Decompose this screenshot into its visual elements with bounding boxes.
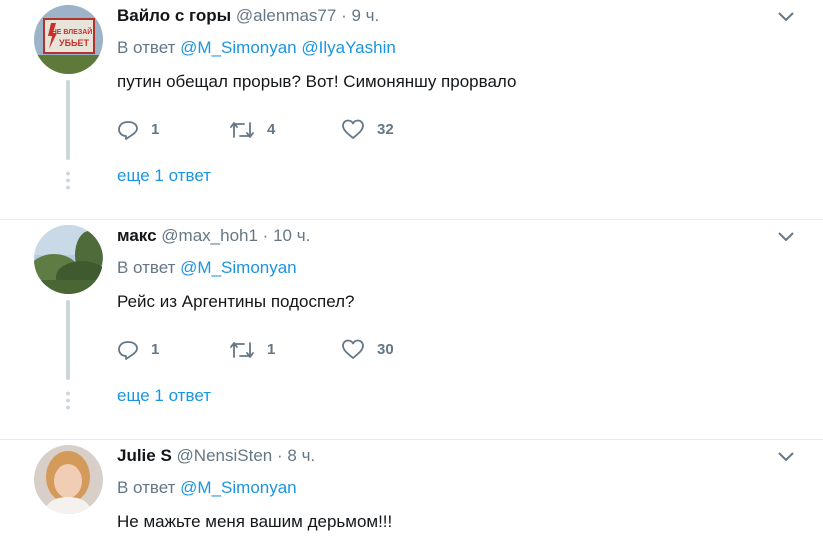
thread-dots — [66, 390, 70, 410]
user-handle[interactable]: @max_hoh1 — [161, 226, 258, 245]
separator-dot: · — [262, 226, 269, 245]
avatar[interactable] — [34, 225, 103, 294]
user-name[interactable]: Вайло с горы — [117, 6, 231, 25]
separator-dot: · — [341, 6, 347, 25]
thread-line — [66, 300, 70, 380]
mention-link[interactable]: @IlyaYashin — [301, 38, 395, 57]
user-handle[interactable]: @NensiSten — [177, 446, 273, 465]
user-name[interactable]: Julie S — [117, 446, 172, 465]
tweet[interactable]: Julie S @NensiSten · 8 ч. В ответ @M_Sim… — [0, 440, 823, 543]
avatar-image — [34, 225, 103, 294]
reply-count: 1 — [151, 341, 160, 358]
like-count: 32 — [377, 121, 394, 138]
retweet-button[interactable]: 1 — [229, 340, 341, 360]
retweet-button[interactable]: 4 — [229, 120, 341, 140]
reply-context: В ответ @M_Simonyan @IlyaYashin — [117, 37, 803, 59]
tweet-text: путин обещал прорыв? Вот! Симоняншу прор… — [117, 72, 517, 91]
mention-link[interactable]: @M_Simonyan — [180, 478, 296, 497]
reply-prefix: В ответ — [117, 38, 181, 57]
timestamp[interactable]: 10 ч. — [273, 226, 310, 245]
thread-dots — [66, 170, 70, 190]
tweet-header: Вайло с горы @alenmas77 · 9 ч. — [117, 4, 803, 28]
avatar-image: НЕ ВЛЕЗАЙ УБЬЕТ — [34, 5, 103, 74]
tweet[interactable]: НЕ ВЛЕЗАЙ УБЬЕТ Вайло с горы @alenmas77 … — [0, 0, 823, 220]
reply-prefix: В ответ — [117, 478, 181, 497]
heart-icon — [342, 339, 364, 359]
retweet-icon — [230, 121, 254, 138]
reply-icon — [118, 340, 138, 360]
timestamp[interactable]: 8 ч. — [287, 446, 315, 465]
svg-text:УБЬЕТ: УБЬЕТ — [59, 38, 90, 48]
like-count: 30 — [377, 341, 394, 358]
separator-dot: · — [276, 446, 283, 465]
avatar-image — [34, 445, 103, 514]
reply-context: В ответ @M_Simonyan — [117, 257, 803, 279]
reply-count: 1 — [151, 121, 160, 138]
mention-link[interactable]: @M_Simonyan — [180, 258, 296, 277]
reply-button[interactable]: 1 — [117, 120, 229, 140]
avatar[interactable]: НЕ ВЛЕЗАЙ УБЬЕТ — [34, 5, 103, 74]
thread-line — [66, 80, 70, 160]
timestamp[interactable]: 9 ч. — [352, 6, 380, 25]
tweet[interactable]: макс @max_hoh1 · 10 ч. В ответ @M_Simony… — [0, 220, 823, 440]
reply-context: В ответ @M_Simonyan — [117, 477, 803, 499]
svg-text:НЕ ВЛЕЗАЙ: НЕ ВЛЕЗАЙ — [52, 27, 93, 36]
tweet-actions: 1 4 32 — [117, 119, 453, 140]
chevron-down-icon[interactable] — [775, 446, 797, 468]
like-button[interactable]: 30 — [341, 339, 453, 360]
chevron-down-icon[interactable] — [775, 226, 797, 248]
tweet-header: Julie S @NensiSten · 8 ч. — [117, 444, 803, 468]
heart-icon — [342, 119, 364, 139]
tweet-text: Не мажьте меня вашим дерьмом!!! — [117, 512, 393, 531]
show-more-replies-link[interactable]: еще 1 ответ — [117, 166, 211, 186]
avatar[interactable] — [34, 445, 103, 514]
retweet-count: 4 — [267, 121, 276, 138]
retweet-icon — [230, 341, 254, 358]
tweet-header: макс @max_hoh1 · 10 ч. — [117, 224, 803, 248]
show-more-replies-link[interactable]: еще 1 ответ — [117, 386, 211, 406]
tweet-text: Рейс из Аргентины подоспел? — [117, 292, 355, 311]
reply-prefix: В ответ — [117, 258, 181, 277]
chevron-down-icon[interactable] — [775, 6, 797, 28]
user-handle[interactable]: @alenmas77 — [236, 6, 336, 25]
retweet-count: 1 — [267, 341, 276, 358]
reply-icon — [118, 120, 138, 140]
like-button[interactable]: 32 — [341, 119, 453, 140]
tweet-actions: 1 1 30 — [117, 339, 453, 360]
mention-link[interactable]: @M_Simonyan — [180, 38, 296, 57]
user-name[interactable]: макс — [117, 226, 157, 245]
reply-button[interactable]: 1 — [117, 340, 229, 360]
